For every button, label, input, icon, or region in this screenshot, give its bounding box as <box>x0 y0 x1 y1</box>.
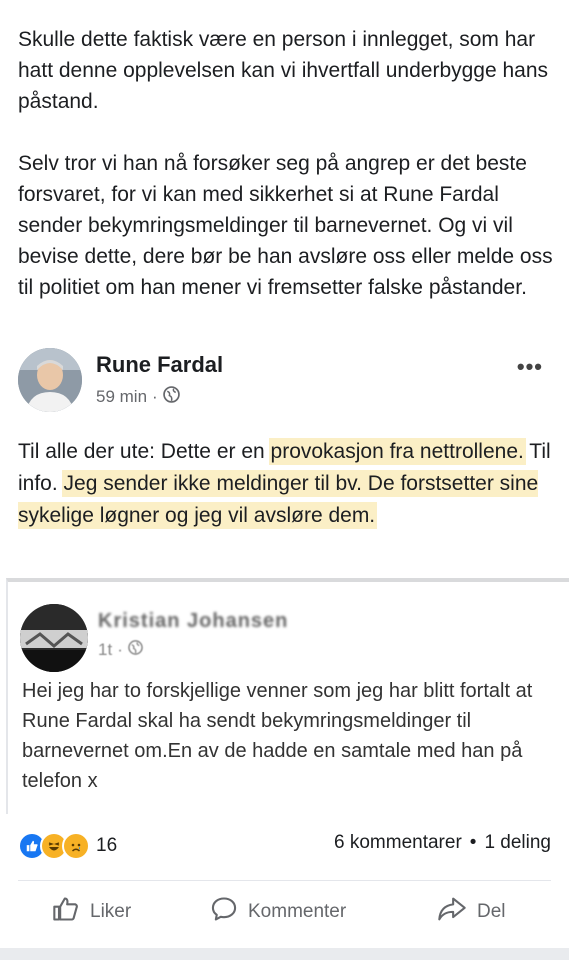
divider <box>18 880 551 881</box>
action-bar: Liker Kommenter Del <box>0 895 569 935</box>
shared-time[interactable]: 1t <box>98 640 112 660</box>
globe-icon <box>128 640 143 660</box>
shared-author-avatar[interactable] <box>20 604 88 672</box>
intro-paragraph-1: Skulle dette faktisk være en person i in… <box>18 28 549 113</box>
reaction-count: 16 <box>96 835 118 856</box>
intro-paragraph-2: Selv tror vi han nå forsøker seg på angr… <box>18 152 553 299</box>
sad-icon <box>62 832 90 860</box>
thumbs-up-icon <box>52 895 80 929</box>
post-time[interactable]: 59 min <box>96 387 147 407</box>
post-text-highlight-2: Jeg sender ikke meldinger til bv. De for… <box>18 472 539 527</box>
shared-meta: 1t · <box>98 640 143 660</box>
comment-label: Kommenter <box>248 901 347 922</box>
intro-text: Skulle dette faktisk være en person i in… <box>18 24 558 303</box>
shared-meta-separator: · <box>117 640 123 659</box>
post-text-highlight-1: provokasjon fra nettrollene. <box>270 440 524 463</box>
meta-separator: · <box>152 387 158 406</box>
like-button[interactable]: Liker <box>52 895 131 929</box>
share-count[interactable]: 1 deling <box>484 832 551 854</box>
post-meta: 59 min · <box>96 386 180 408</box>
globe-icon <box>162 386 180 408</box>
shared-post[interactable]: Kristian Johansen 1t · Hei jeg har to fo… <box>6 578 569 814</box>
post-header: Rune Fardal 59 min · ••• <box>18 348 553 418</box>
share-button[interactable]: Del <box>437 895 506 929</box>
author-name[interactable]: Rune Fardal <box>96 352 223 378</box>
engagement-counts: 6 kommentarer • 1 deling <box>334 832 551 854</box>
like-label: Liker <box>90 901 132 922</box>
comment-count[interactable]: 6 kommentarer <box>334 832 462 854</box>
share-label: Del <box>477 901 506 922</box>
shared-author-name[interactable]: Kristian Johansen <box>98 610 288 633</box>
shared-post-text: Hei jeg har to forskjellige venner som j… <box>22 680 533 792</box>
stats-separator: • <box>469 832 477 853</box>
post-text-part-1: Til alle der ute: Dette er en <box>18 440 271 463</box>
feed-separator <box>0 948 569 960</box>
comment-icon <box>210 895 238 929</box>
author-avatar[interactable] <box>18 348 82 412</box>
post-stats: 16 6 kommentarer • 1 deling <box>18 832 551 860</box>
reactions-summary[interactable]: 16 <box>18 832 117 860</box>
comment-button[interactable]: Kommenter <box>210 895 346 929</box>
share-arrow-icon <box>437 895 467 929</box>
more-options-icon[interactable]: ••• <box>517 354 543 380</box>
post-body: Til alle der ute: Dette er en provokasjo… <box>18 436 553 532</box>
